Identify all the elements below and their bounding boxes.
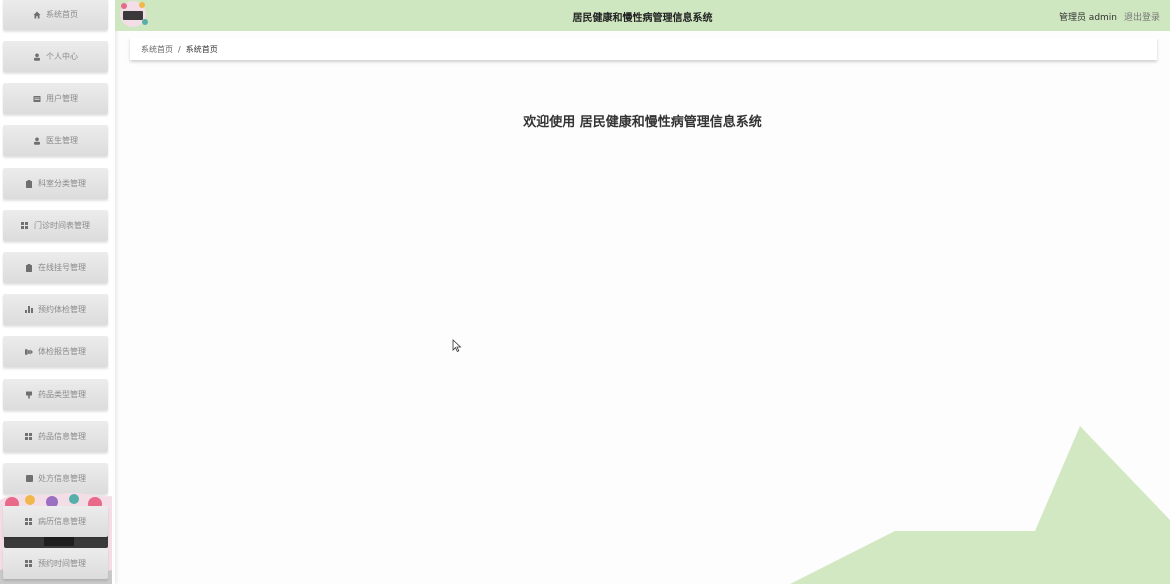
background-shape <box>790 426 1170 584</box>
grid-icon <box>25 517 33 526</box>
sidebar-item-label: 病历信息管理 <box>38 517 86 526</box>
breadcrumb-home-link[interactable]: 系统首页 <box>141 44 173 55</box>
sidebar-item-label: 系统首页 <box>46 10 78 19</box>
square-icon <box>25 475 33 483</box>
sidebar-item-label: 个人中心 <box>46 52 78 61</box>
sidebar-item-label: 用户管理 <box>46 94 78 103</box>
sidebar-item-label: 处方信息管理 <box>38 474 86 483</box>
sidebar-item-drug-types[interactable]: 药品类型管理 <box>3 379 108 410</box>
sidebar-item-prescriptions[interactable]: 处方信息管理 <box>3 463 108 494</box>
report-icon <box>25 348 33 356</box>
app-title: 居民健康和慢性病管理信息系统 <box>572 13 713 24</box>
sidebar-item-doctors[interactable]: 医生管理 <box>3 125 108 156</box>
sidebar-item-label: 药品信息管理 <box>38 432 86 441</box>
clipboard-icon <box>25 179 33 188</box>
sidebar-item-checkup-booking[interactable]: 预约体检管理 <box>3 294 108 325</box>
bar-chart-icon <box>25 306 33 314</box>
pill-icon <box>25 391 33 399</box>
top-header: 居民健康和慢性病管理信息系统 管理员 admin 退出登录 <box>115 0 1170 31</box>
mouse-cursor-icon <box>452 339 462 353</box>
grid-icon <box>25 559 33 568</box>
sidebar-item-home[interactable]: 系统首页 <box>3 0 108 30</box>
sidebar-item-departments[interactable]: 科室分类管理 <box>3 168 108 199</box>
breadcrumb-current: 系统首页 <box>185 44 218 54</box>
sidebar-item-medical-records[interactable]: 病历信息管理 <box>3 506 108 537</box>
person-icon <box>33 53 41 61</box>
sidebar-item-label: 医生管理 <box>46 136 78 145</box>
sidebar-item-users[interactable]: 用户管理 <box>3 83 108 114</box>
sidebar-item-label: 预约时间管理 <box>38 559 86 568</box>
sidebar-item-label: 门诊时间表管理 <box>34 221 90 230</box>
sidebar-item-profile[interactable]: 个人中心 <box>3 41 108 72</box>
sidebar-item-drug-info[interactable]: 药品信息管理 <box>3 421 108 452</box>
home-icon <box>33 11 41 19</box>
sidebar-item-clinic-schedule[interactable]: 门诊时间表管理 <box>3 210 108 241</box>
sidebar-item-checkup-report[interactable]: 体检报告管理 <box>3 336 108 367</box>
sidebar-item-appointment-times[interactable]: 预约时间管理 <box>3 548 108 579</box>
app-root: 系统首页 个人中心 用户管理 医生管理 科室分类管理 门诊时间表管理 在线挂号管… <box>0 0 1170 584</box>
users-icon <box>33 95 41 103</box>
person-icon <box>33 137 41 145</box>
grid-icon <box>25 432 33 441</box>
sidebar-item-label: 药品类型管理 <box>38 390 86 399</box>
grid-icon <box>21 221 29 230</box>
welcome-heading: 欢迎使用 居民健康和慢性病管理信息系统 <box>523 115 762 130</box>
sidebar-item-label: 在线挂号管理 <box>38 263 86 272</box>
sidebar-item-label: 体检报告管理 <box>38 347 86 356</box>
sidebar-item-label: 科室分类管理 <box>38 179 86 188</box>
current-user-label: 管理员 admin <box>1058 13 1117 23</box>
logout-link[interactable]: 退出登录 <box>1124 10 1160 23</box>
clipboard-icon <box>25 263 33 272</box>
sidebar: 系统首页 个人中心 用户管理 医生管理 科室分类管理 门诊时间表管理 在线挂号管… <box>0 0 115 584</box>
breadcrumb-separator: / <box>178 44 181 54</box>
breadcrumb: 系统首页 / 系统首页 <box>130 38 1157 60</box>
sidebar-item-registration[interactable]: 在线挂号管理 <box>3 252 108 283</box>
sidebar-item-label: 预约体检管理 <box>38 305 86 314</box>
